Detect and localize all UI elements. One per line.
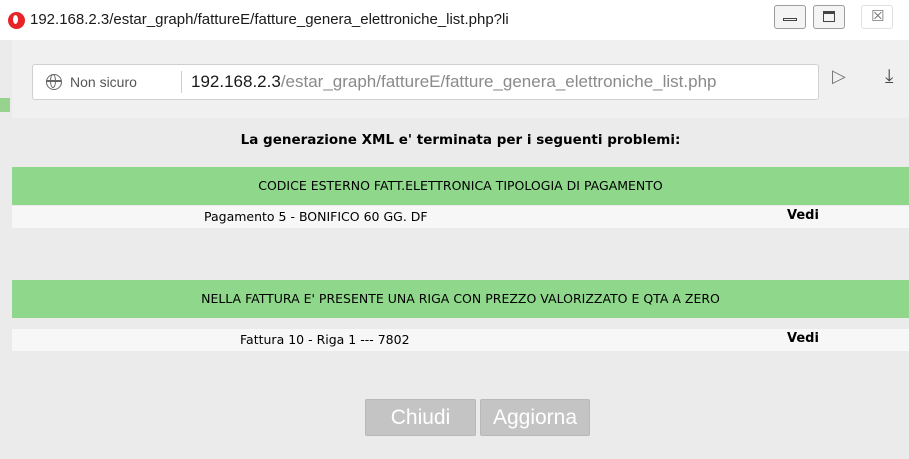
section-header-payment-code: CODICE ESTERNO FATT.ELETTRONICA TIPOLOGI…	[12, 167, 909, 205]
issue-row: Fattura 10 - Riga 1 --- 7802 Vedi	[12, 329, 909, 351]
maximize-button[interactable]	[813, 5, 845, 29]
url-host: 192.168.2.3	[191, 72, 281, 91]
close-icon: ☒	[871, 7, 885, 25]
issue-row: Pagamento 5 - BONIFICO 60 GG. DF Vedi	[12, 206, 909, 228]
security-label[interactable]: Non sicuro	[70, 74, 137, 90]
page-heading: La generazione XML e' terminata per i se…	[240, 132, 681, 148]
close-button[interactable]: Chiudi	[365, 399, 476, 436]
section-header-zero-quantity: NELLA FATTURA E' PRESENTE UNA RIGA CON P…	[12, 280, 909, 318]
minimize-button[interactable]	[774, 5, 806, 29]
refresh-button[interactable]: Aggiorna	[480, 399, 590, 436]
issue-description: Pagamento 5 - BONIFICO 60 GG. DF	[204, 209, 428, 224]
globe-icon[interactable]	[46, 74, 62, 90]
send-icon[interactable]: ▷	[832, 68, 846, 86]
view-link[interactable]: Vedi	[787, 208, 819, 223]
url-divider	[181, 71, 182, 93]
opera-browser-icon	[8, 12, 25, 29]
url-text[interactable]: 192.168.2.3/estar_graph/fattureE/fatture…	[191, 72, 717, 92]
background-window-strip	[0, 40, 12, 459]
url-path: /estar_graph/fattureE/fatture_genera_ele…	[280, 72, 717, 91]
issue-description: Fattura 10 - Riga 1 --- 7802	[240, 332, 410, 347]
url-field[interactable]: Non sicuro 192.168.2.3/estar_graph/fattu…	[32, 64, 819, 100]
view-link[interactable]: Vedi	[787, 331, 819, 346]
window-title: 192.168.2.3/estar_graph/fattureE/fatture…	[30, 11, 508, 28]
address-bar: Non sicuro 192.168.2.3/estar_graph/fattu…	[12, 40, 909, 118]
window-title-bar: 192.168.2.3/estar_graph/fattureE/fatture…	[0, 0, 909, 41]
error-report-panel: La generazione XML e' terminata per i se…	[12, 118, 909, 459]
close-window-button[interactable]: ☒	[861, 5, 893, 29]
download-icon[interactable]: ⤓	[885, 67, 893, 86]
